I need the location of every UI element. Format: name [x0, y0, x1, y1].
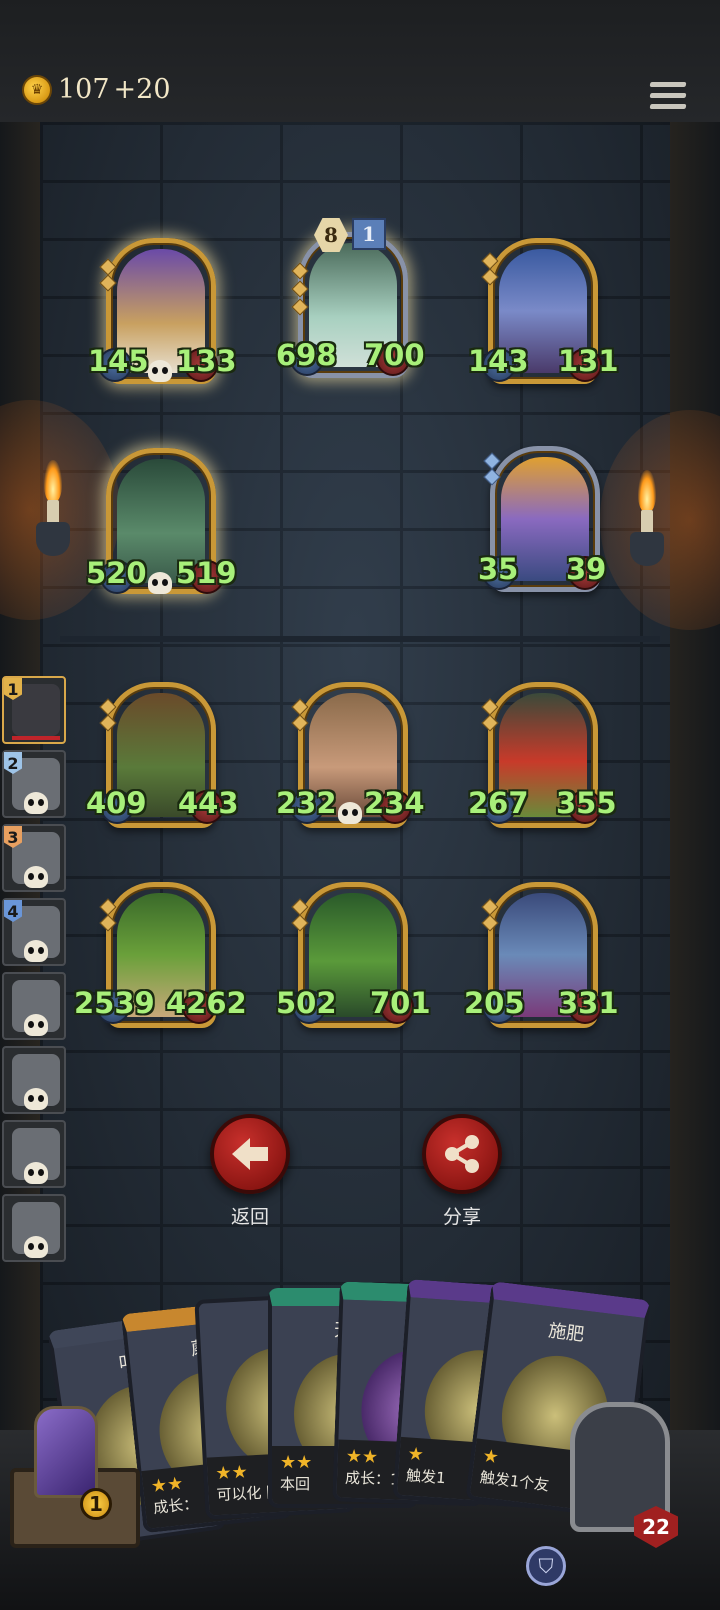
back-button[interactable] — [210, 1114, 290, 1194]
attack-value: 267 — [468, 786, 529, 820]
crystal-icon — [34, 1406, 98, 1498]
chest-count: 1 — [80, 1488, 112, 1520]
gold-amount: 107 — [58, 74, 110, 105]
attack-value: 232 — [276, 786, 337, 820]
tier-badge: 1 — [352, 218, 386, 250]
attack-value: 2539 — [74, 986, 155, 1020]
skull-icon — [338, 802, 362, 824]
star-icon: ★★ — [345, 1445, 379, 1468]
shield-icon[interactable]: ⛉ — [526, 1546, 566, 1586]
opponent-item[interactable]: 3 — [2, 824, 66, 892]
gold-counter: ♛ 107 +20 — [22, 74, 171, 105]
skull-icon — [24, 940, 48, 962]
hamburger-menu-icon[interactable] — [649, 82, 687, 116]
attack-value: 520 — [86, 556, 147, 590]
skull-icon — [24, 1236, 48, 1258]
torch-icon — [36, 460, 70, 560]
attack-value: 143 — [468, 344, 529, 378]
attack-value: 145 — [88, 344, 149, 378]
skull-icon — [24, 792, 48, 814]
health-value: 443 — [178, 786, 239, 820]
opponent-item[interactable] — [2, 1046, 66, 1114]
health-value: 234 — [364, 786, 425, 820]
star-icon: ★ — [406, 1443, 425, 1466]
share-button[interactable] — [422, 1114, 502, 1194]
health-value: 4262 — [166, 986, 247, 1020]
health-value: 355 — [556, 786, 617, 820]
opponent-item[interactable]: 1 — [2, 676, 66, 744]
gold-bonus: +20 — [113, 74, 171, 105]
crown-coin-icon: ♛ — [22, 74, 52, 105]
attack-value: 205 — [464, 986, 525, 1020]
health-bar — [12, 736, 60, 740]
opponent-item[interactable]: 2 — [2, 750, 66, 818]
opponent-item[interactable] — [2, 1194, 66, 1262]
share-icon — [445, 1135, 479, 1173]
health-value: 331 — [558, 986, 619, 1020]
star-icon: ★★ — [214, 1461, 249, 1485]
skull-icon — [24, 1162, 48, 1184]
star-icon: ★★ — [280, 1452, 313, 1473]
health-value: 701 — [370, 986, 431, 1020]
torch-icon — [630, 470, 664, 570]
opponent-item[interactable] — [2, 972, 66, 1040]
skull-icon — [24, 866, 48, 888]
top-bar: ♛ 107 +20 — [0, 0, 720, 125]
health-value: 519 — [176, 556, 237, 590]
star-icon: ★ — [481, 1445, 500, 1469]
star-icon: ★★ — [149, 1472, 185, 1498]
attack-value: 35 — [478, 552, 519, 586]
health-value: 133 — [176, 344, 237, 378]
arrow-left-icon — [232, 1138, 268, 1170]
health-value: 39 — [566, 552, 607, 586]
attack-value: 502 — [276, 986, 337, 1020]
row-divider — [60, 636, 660, 642]
health-value: 700 — [364, 338, 425, 372]
attack-value: 698 — [276, 338, 337, 372]
opponent-item[interactable]: 4 — [2, 898, 66, 966]
skull-icon — [24, 1014, 48, 1036]
health-value: 131 — [558, 344, 619, 378]
skull-icon — [148, 360, 172, 382]
share-label: 分享 — [442, 1206, 481, 1228]
attack-value: 409 — [86, 786, 147, 820]
back-label: 返回 — [230, 1206, 269, 1228]
skull-icon — [148, 572, 172, 594]
opponent-item[interactable] — [2, 1120, 66, 1188]
skull-icon — [24, 1088, 48, 1110]
